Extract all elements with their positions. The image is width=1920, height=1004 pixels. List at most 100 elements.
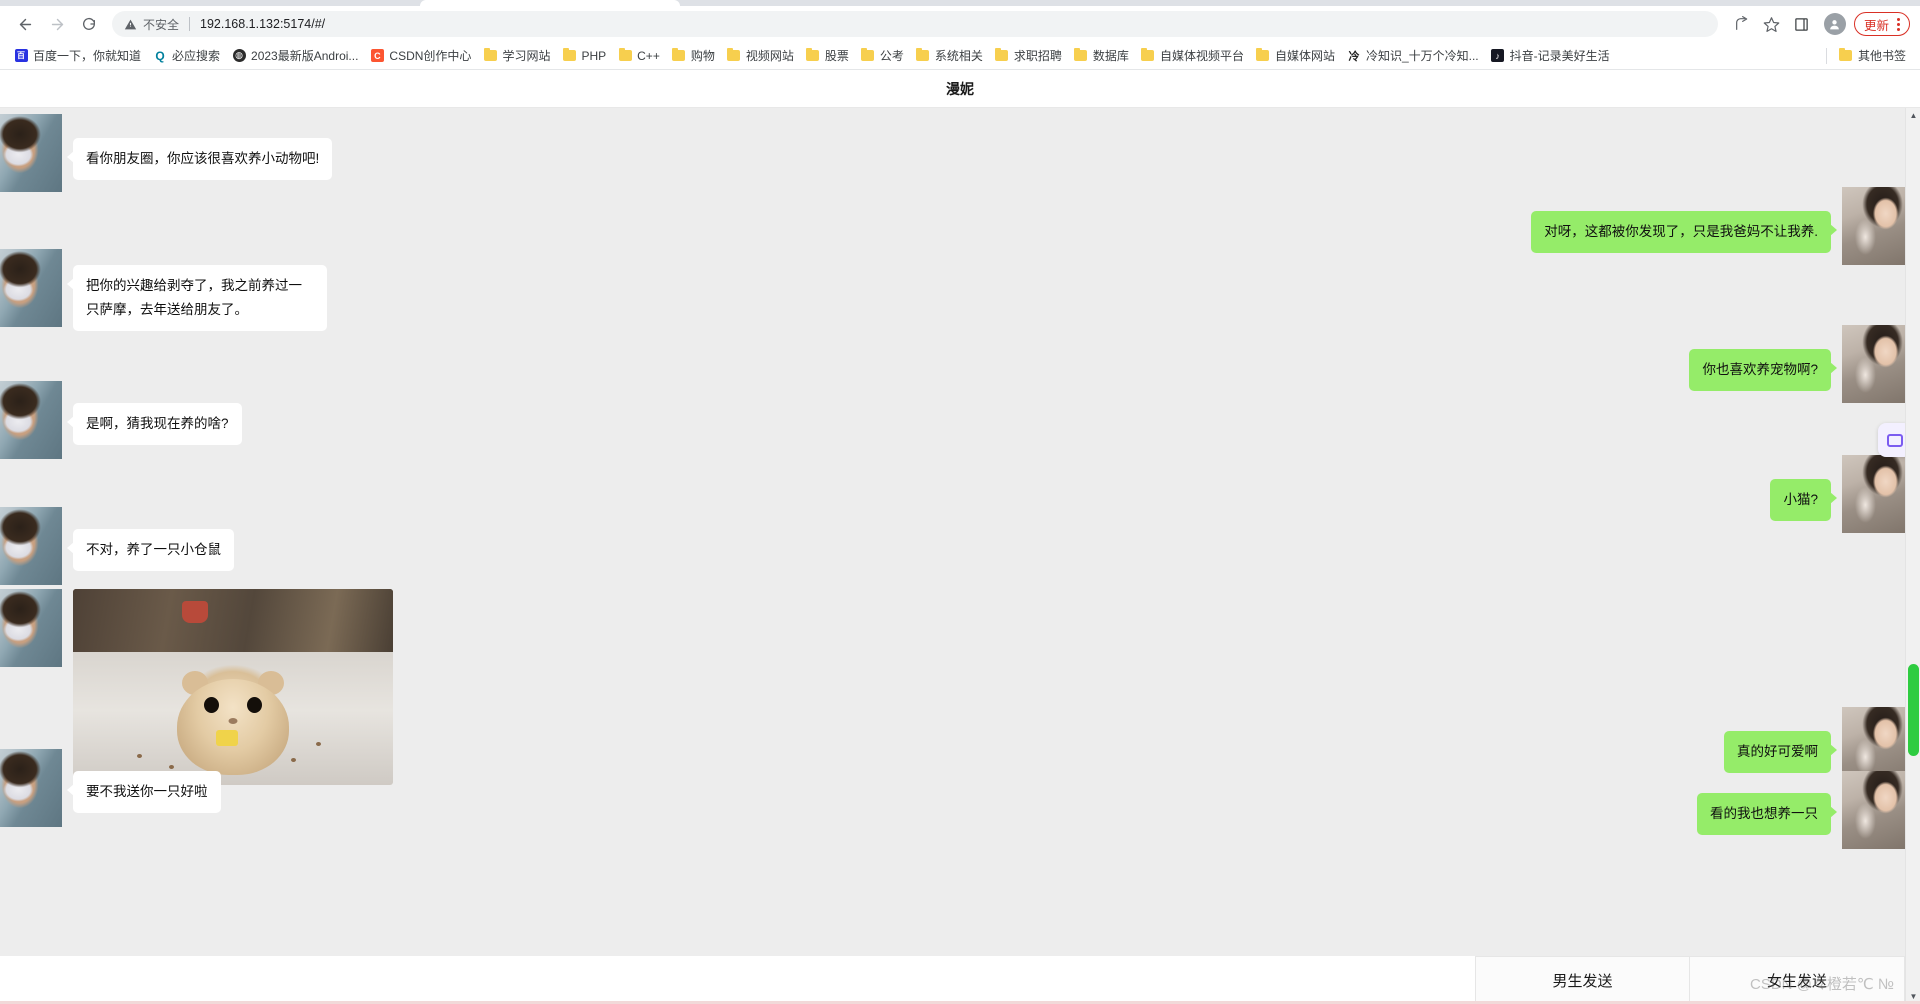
avatar[interactable] [0,114,62,192]
avatar[interactable] [0,381,62,459]
bookmark-label: 学习网站 [502,49,551,63]
bookmark-label: 系统相关 [934,49,983,63]
message-bubble[interactable]: 对呀，这都被你发现了，只是我爸妈不让我养. [1531,211,1837,253]
male-send-button[interactable]: 男生发送 [1475,956,1690,1004]
chat-message-list[interactable]: 看你朋友圈，你应该很喜欢养小动物吧! 对呀，这都被你发现了，只是我爸妈不让我养.… [0,108,1920,1004]
message-row: 把你的兴趣给剥夺了，我之前养过一只萨摩，去年送给朋友了。 [0,249,1920,331]
csdn-icon: C [370,49,384,63]
bookmark-item[interactable]: 数据库 [1068,45,1135,66]
folder-icon [806,47,820,63]
send-action-bar: 男生发送 女生发送 [0,956,1905,1004]
avatar[interactable] [0,507,62,585]
message-row: 不对，养了一只小仓鼠 [0,507,1920,585]
bookmark-item[interactable]: ◍ 2023最新版Androi... [226,45,364,66]
bookmark-label: CSDN创作中心 [389,49,472,63]
other-bookmarks-button[interactable]: 其他书签 [1833,45,1912,66]
side-panel-icon[interactable] [1788,10,1816,38]
bookmark-label: 百度一下，你就知道 [33,49,142,63]
folder-icon [727,47,741,63]
other-bookmarks-label: 其他书签 [1857,49,1906,63]
bookmark-item[interactable]: 购物 [666,45,721,66]
bookmark-label: C++ [637,48,660,63]
avatar[interactable] [0,249,62,327]
share-icon[interactable] [1728,10,1756,38]
url-text: 192.168.1.132:5174/#/ [200,17,326,31]
folder-icon [916,47,930,63]
bookmarks-divider [1825,47,1827,64]
active-tab[interactable] [420,0,680,6]
globe-icon: ◍ [232,49,246,63]
omnibox-divider [189,17,191,31]
folder-icon [483,47,497,63]
folder-icon [1074,47,1088,63]
address-bar[interactable]: 不安全 192.168.1.132:5174/#/ [112,11,1718,37]
update-button[interactable]: 更新 [1853,12,1910,36]
page-title: 漫妮 [946,80,974,97]
bookmark-item[interactable]: 公考 [855,45,910,66]
bookmark-item[interactable]: 冷冷知识_十万个冷知... [1341,45,1485,66]
reload-button-icon[interactable] [74,9,104,39]
bookmark-label: 自媒体网站 [1274,49,1335,63]
folder-icon [1141,47,1155,63]
message-bubble[interactable]: 是啊，猜我现在养的啥? [67,403,242,445]
message-row: 是啊，猜我现在养的啥? [0,381,1920,459]
bookmark-item[interactable]: ♪ 抖音-记录美好生活 [1485,45,1616,66]
image-background [73,589,393,652]
bookmark-item[interactable]: 自媒体网站 [1250,45,1341,66]
bookmark-label: 公考 [879,49,904,63]
bookmark-item[interactable]: 求职招聘 [989,45,1068,66]
bookmark-star-icon[interactable] [1758,10,1786,38]
avatar[interactable] [0,749,62,827]
update-button-label: 更新 [1863,18,1889,33]
avatar[interactable] [0,589,62,667]
douyin-icon: ♪ [1491,49,1505,63]
scrollbar-thumb[interactable] [1908,664,1919,756]
message-bubble[interactable]: 看你朋友圈，你应该很喜欢养小动物吧! [66,138,333,180]
bookmark-item[interactable]: C++ [612,47,666,65]
bookmark-label: 2023最新版Androi... [251,49,359,63]
security-label: 不安全 [143,17,180,32]
back-button-icon[interactable] [10,9,40,39]
kebab-menu-icon[interactable] [1897,17,1900,31]
bookmark-label: 自媒体视频平台 [1159,49,1244,63]
folder-icon [562,47,576,63]
folder-icon [1839,47,1853,63]
message-bubble[interactable]: 把你的兴趣给剥夺了，我之前养过一只萨摩，去年送给朋友了。 [67,265,327,331]
message-row: 要不我送你一只好啦 [0,749,1920,827]
browser-toolbar: 不安全 192.168.1.132:5174/#/ 更新 [0,6,1920,42]
bookmark-label: PHP [581,48,607,63]
cold-knowledge-icon: 冷 [1348,50,1360,63]
scroll-up-arrow-icon[interactable]: ▲ [1906,108,1920,123]
bookmark-item[interactable]: 自媒体视频平台 [1135,45,1250,66]
bookmark-item[interactable]: Q 必应搜索 [147,45,226,66]
bookmark-label: 抖音-记录美好生活 [1509,49,1610,63]
bookmark-item[interactable]: 系统相关 [910,45,989,66]
tab-strip [0,0,1920,6]
bookmark-item[interactable]: 百百度一下，你就知道 [8,45,147,66]
bookmark-item[interactable]: 股票 [800,45,855,66]
bookmark-item[interactable]: 视频网站 [721,45,800,66]
folder-icon [861,47,875,63]
message-row: 看你朋友圈，你应该很喜欢养小动物吧! [0,114,1920,192]
bookmark-item[interactable]: C CSDN创作中心 [364,45,477,66]
profile-avatar-icon[interactable] [1823,13,1846,35]
message-bubble[interactable]: 要不我送你一只好啦 [67,771,221,813]
bookmark-label: 求职招聘 [1013,49,1062,63]
folder-icon [995,47,1009,63]
bookmark-label: 视频网站 [745,49,794,63]
folder-icon [618,47,632,63]
bookmarks-bar: 百百度一下，你就知道 Q 必应搜索 ◍ 2023最新版Androi... C CSDN… [0,42,1920,70]
female-send-button[interactable]: 女生发送 [1690,956,1905,1004]
web-page: 漫妮 看你朋友圈，你应该很喜欢养小动物吧! 对呀，这都被你发现了，只是我爸妈不让… [0,70,1920,1004]
forward-button-icon[interactable] [42,9,72,39]
bing-icon: Q [155,48,165,63]
action-bar-spacer [0,956,1475,1004]
warning-triangle-icon [124,18,137,31]
bookmark-item[interactable]: PHP [556,47,612,65]
vertical-scrollbar[interactable]: ▲ ▼ [1905,108,1920,1004]
bookmark-label: 冷知识_十万个冷知... [1365,49,1479,63]
bookmark-label: 股票 [824,49,849,63]
message-bubble[interactable]: 不对，养了一只小仓鼠 [67,529,234,571]
bookmark-label: 购物 [690,49,715,63]
bookmark-item[interactable]: 学习网站 [477,45,556,66]
